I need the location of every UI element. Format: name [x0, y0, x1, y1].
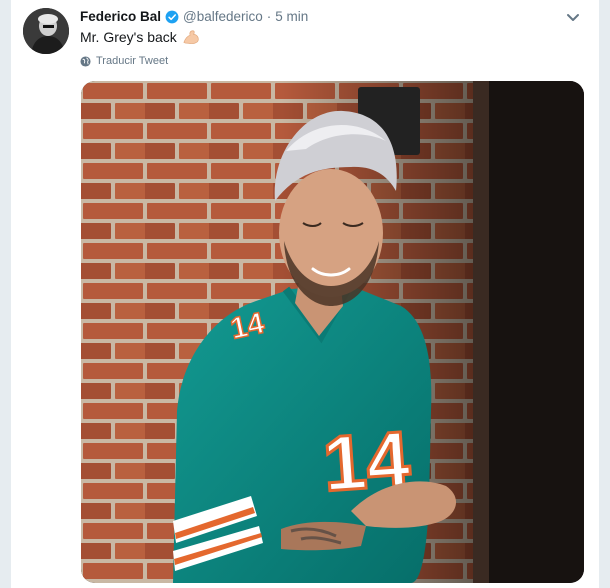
tweet-text-row: Mr. Grey's back: [80, 27, 200, 47]
tweet-header: Federico Bal @balfederico · 5 min: [80, 8, 308, 26]
tweet-card[interactable]: Federico Bal @balfederico · 5 min Mr. Gr…: [10, 0, 600, 588]
tweet-timestamp[interactable]: 5 min: [275, 8, 308, 26]
tweet-text: Mr. Grey's back: [80, 29, 177, 45]
avatar[interactable]: [23, 8, 69, 54]
translate-label: Traducir Tweet: [96, 55, 169, 67]
sleeve-number: 14: [228, 307, 268, 346]
verified-badge-icon: [165, 10, 179, 24]
globe-icon: [80, 55, 91, 67]
author-handle[interactable]: @balfederico: [183, 8, 263, 26]
tweet-photo[interactable]: 14 14: [81, 81, 584, 583]
separator-dot: ·: [266, 9, 272, 24]
flexed-biceps-emoji: [183, 30, 199, 44]
translate-tweet-link[interactable]: Traducir Tweet: [80, 53, 168, 69]
chevron-down-icon[interactable]: [565, 9, 581, 25]
author-name[interactable]: Federico Bal: [80, 8, 161, 26]
